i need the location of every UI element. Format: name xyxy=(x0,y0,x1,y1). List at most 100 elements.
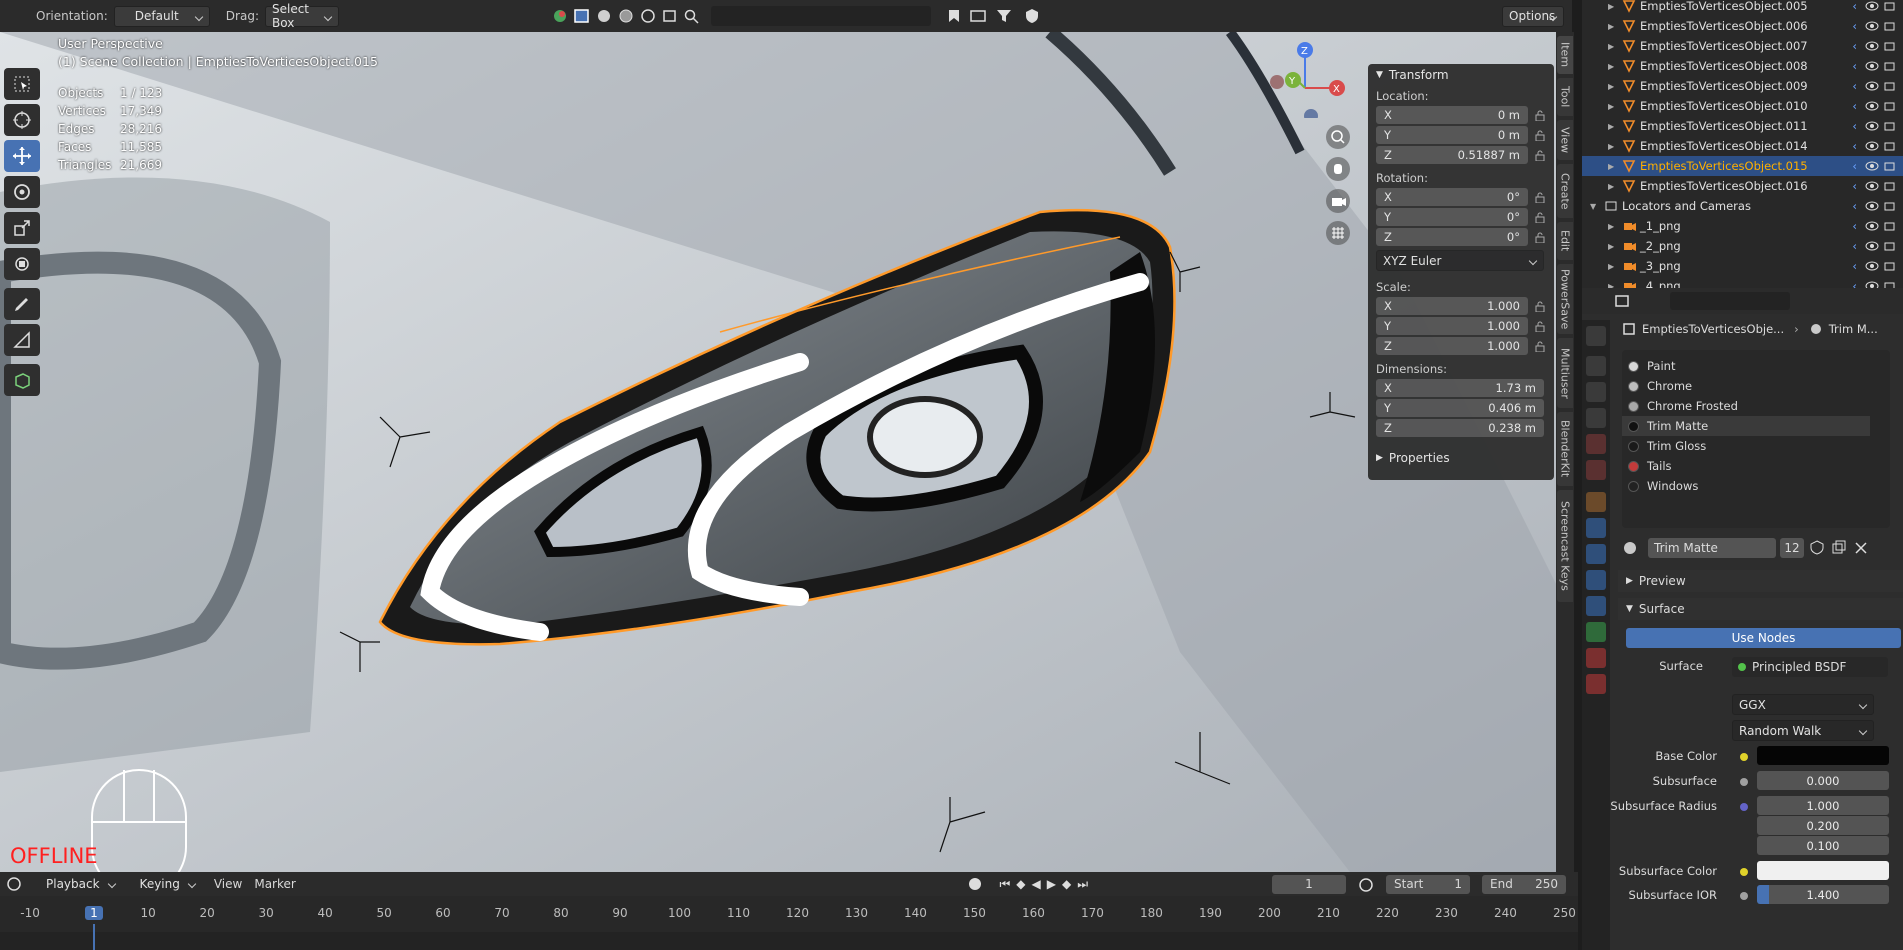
physics-tab-icon[interactable] xyxy=(1586,570,1606,590)
modifier-icon[interactable]: ‹ xyxy=(1852,59,1857,73)
outliner-row[interactable]: ▶ EmptiesToVerticesObject.011 ‹ xyxy=(1582,116,1903,136)
navigation-gizmo[interactable]: Z Y X xyxy=(1265,38,1345,123)
select-box-tool[interactable] xyxy=(4,68,40,100)
tab-item[interactable]: Item xyxy=(1557,36,1573,74)
outliner[interactable]: ▶ EmptiesToVerticesObject.005 ‹ ▶ EmptiesToV… xyxy=(1582,0,1903,293)
tab-screencast-keys[interactable]: Screencast Keys xyxy=(1557,490,1573,602)
expand-arrow-icon[interactable]: ▶ xyxy=(1608,22,1614,31)
distribution-dropdown[interactable]: GGX xyxy=(1732,694,1874,715)
dimensions-y-field[interactable]: Y 0.406 m xyxy=(1376,399,1544,417)
modifier-icon[interactable]: ‹ xyxy=(1852,99,1857,113)
eye-icon[interactable] xyxy=(1865,120,1879,132)
modifier-icon[interactable]: ‹ xyxy=(1852,79,1857,93)
texture-tab-icon[interactable] xyxy=(1586,674,1606,694)
material-shading-icon[interactable] xyxy=(617,8,635,24)
world-tab-icon[interactable] xyxy=(1586,460,1606,480)
output-tab-icon[interactable] xyxy=(1586,382,1606,402)
layout-icon[interactable] xyxy=(969,8,989,24)
gizmo-icon[interactable] xyxy=(661,8,679,24)
render-camera-icon[interactable] xyxy=(1883,200,1897,212)
preview-panel-header[interactable]: ▶ Preview xyxy=(1618,570,1903,592)
eye-icon[interactable] xyxy=(1865,80,1879,92)
eye-icon[interactable] xyxy=(1865,60,1879,72)
lock-icon[interactable] xyxy=(1534,231,1546,243)
eye-icon[interactable] xyxy=(1865,100,1879,112)
dimensions-x-field[interactable]: X 1.73 m xyxy=(1376,379,1544,397)
render-tab-icon[interactable] xyxy=(1586,356,1606,376)
material-slot[interactable]: Trim Matte xyxy=(1622,416,1870,436)
expand-arrow-icon[interactable]: ▶ xyxy=(1608,262,1614,271)
editor-type-icon[interactable] xyxy=(1614,293,1632,309)
data-tab-icon[interactable] xyxy=(1586,622,1606,642)
search-input[interactable] xyxy=(710,6,931,26)
outliner-row[interactable]: ▶ EmptiesToVerticesObject.009 ‹ xyxy=(1582,76,1903,96)
particles-tab-icon[interactable] xyxy=(1586,544,1606,564)
modifier-icon[interactable]: ‹ xyxy=(1852,39,1857,53)
scale-y-field[interactable]: Y 1.000 xyxy=(1376,317,1528,335)
eye-icon[interactable] xyxy=(1865,220,1879,232)
tab-create[interactable]: Create xyxy=(1557,164,1573,218)
render-camera-icon[interactable] xyxy=(1883,180,1897,192)
modifier-icon[interactable]: ‹ xyxy=(1852,199,1857,213)
lock-icon[interactable] xyxy=(1534,300,1546,312)
solid-shading-icon[interactable] xyxy=(595,8,613,24)
move-tool[interactable] xyxy=(4,140,40,172)
tab-blenderkit[interactable]: BlenderKit xyxy=(1557,412,1573,486)
base-color-swatch[interactable] xyxy=(1757,746,1889,765)
user-count-field[interactable]: 12 xyxy=(1780,538,1804,558)
drag-dropdown[interactable]: Select Box xyxy=(264,2,339,30)
outliner-row[interactable]: ▶ EmptiesToVerticesObject.010 ‹ xyxy=(1582,96,1903,116)
fake-user-icon[interactable] xyxy=(1808,539,1826,557)
current-frame-indicator[interactable]: 1 xyxy=(85,906,103,920)
render-camera-icon[interactable] xyxy=(1883,100,1897,112)
use-nodes-button[interactable]: Use Nodes xyxy=(1626,628,1901,648)
close-icon[interactable] xyxy=(1852,539,1870,557)
eye-icon[interactable] xyxy=(1865,180,1879,192)
eye-icon[interactable] xyxy=(1865,240,1879,252)
subsurface-radius-x[interactable]: 1.000 xyxy=(1757,796,1889,815)
dimensions-z-field[interactable]: Z 0.238 m xyxy=(1376,419,1544,437)
render-camera-icon[interactable] xyxy=(1883,0,1897,12)
ortho-grid-icon[interactable] xyxy=(1325,220,1351,246)
subsurface-radius-y[interactable]: 0.200 xyxy=(1757,816,1889,835)
surface-panel-header[interactable]: ▼ Surface xyxy=(1618,598,1903,620)
options-dropdown[interactable]: Options xyxy=(1502,5,1564,27)
render-camera-icon[interactable] xyxy=(1883,40,1897,52)
scale-tool[interactable] xyxy=(4,212,40,244)
zoom-icon[interactable] xyxy=(1325,124,1351,150)
measure-tool[interactable] xyxy=(4,324,40,356)
rotate-tool[interactable] xyxy=(4,176,40,208)
outliner-row[interactable]: ▶ EmptiesToVerticesObject.006 ‹ xyxy=(1582,16,1903,36)
modifier-icon[interactable]: ‹ xyxy=(1852,19,1857,33)
axis-gizmo[interactable]: Z Y X xyxy=(1265,38,1345,123)
render-camera-icon[interactable] xyxy=(1883,220,1897,232)
lock-icon[interactable] xyxy=(1534,109,1546,121)
expand-arrow-icon[interactable]: ▼ xyxy=(1590,202,1596,211)
modifier-icon[interactable]: ‹ xyxy=(1852,159,1857,173)
rotation-z-field[interactable]: Z 0° xyxy=(1376,228,1528,246)
constraints-tab-icon[interactable] xyxy=(1586,596,1606,616)
filter-icon[interactable] xyxy=(995,8,1017,24)
lock-icon[interactable] xyxy=(1534,320,1546,332)
outliner-row[interactable]: ▶ EmptiesToVerticesObject.016 ‹ xyxy=(1582,176,1903,196)
expand-arrow-icon[interactable]: ▶ xyxy=(1608,2,1614,11)
surface-shader-field[interactable]: Principled BSDF xyxy=(1732,657,1888,677)
expand-arrow-icon[interactable]: ▶ xyxy=(1608,242,1614,251)
modifier-icon[interactable]: ‹ xyxy=(1852,259,1857,273)
expand-arrow-icon[interactable]: ▶ xyxy=(1608,222,1614,231)
scale-z-field[interactable]: Z 1.000 xyxy=(1376,337,1528,355)
material-name-field[interactable]: Trim Matte xyxy=(1648,538,1776,558)
material-slot[interactable]: Trim Gloss xyxy=(1622,436,1870,456)
modifier-icon[interactable]: ‹ xyxy=(1852,0,1857,13)
subsurface-field[interactable]: 0.000 xyxy=(1757,771,1889,790)
outliner-row[interactable]: ▼ Locators and Cameras ‹ xyxy=(1582,196,1903,216)
rendered-shading-icon[interactable] xyxy=(639,8,657,24)
expand-arrow-icon[interactable]: ▶ xyxy=(1608,102,1614,111)
location-x-field[interactable]: X 0 m xyxy=(1376,106,1528,124)
outliner-row[interactable]: ▶ _2_png ‹ xyxy=(1582,236,1903,256)
render-camera-icon[interactable] xyxy=(1883,80,1897,92)
material-slot[interactable]: Chrome Frosted xyxy=(1622,396,1870,416)
tab-view[interactable]: View xyxy=(1557,120,1573,160)
lock-icon[interactable] xyxy=(1534,191,1546,203)
material-slot[interactable]: Windows xyxy=(1622,476,1870,496)
